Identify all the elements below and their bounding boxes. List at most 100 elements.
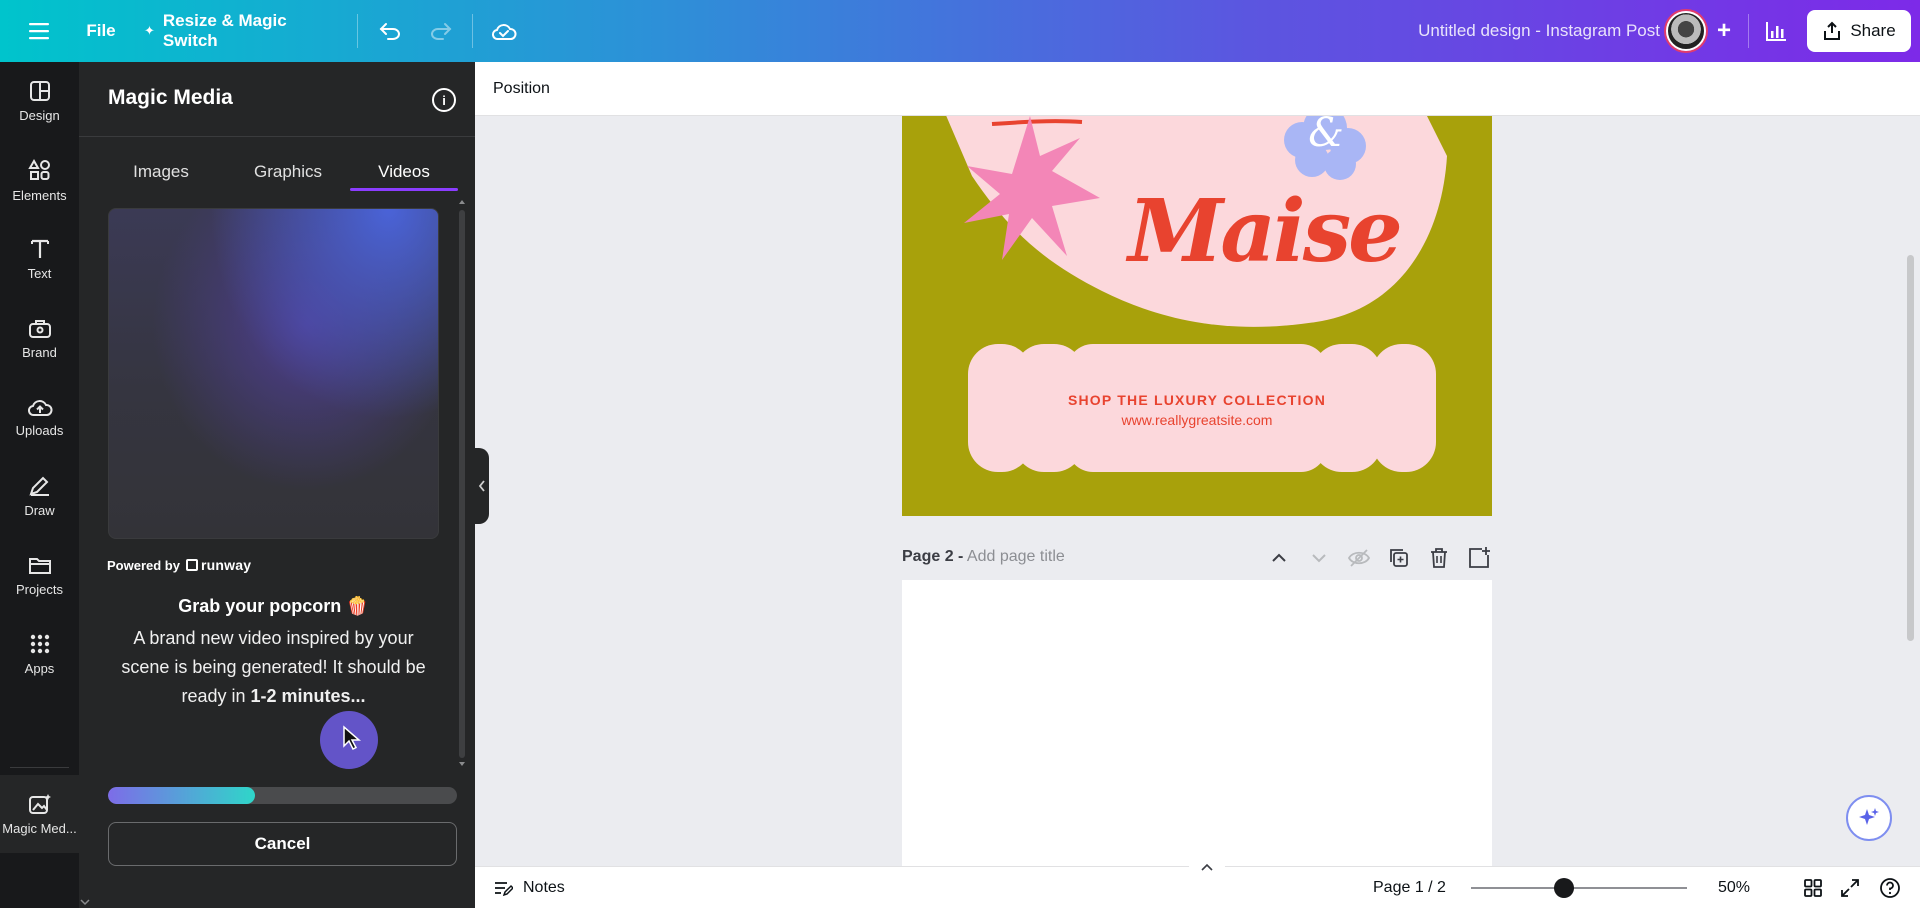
rail-divider [10,767,69,768]
share-button[interactable]: Share [1807,10,1911,52]
chevron-up-icon[interactable] [1266,545,1292,571]
position-button[interactable]: Position [493,62,550,116]
notes-button[interactable]: Notes [493,867,565,908]
video-preview-placeholder [108,208,439,539]
panel-scroll-down-icon [80,899,90,906]
redo-icon [431,23,452,40]
cloud-check-icon [491,24,517,40]
delete-page-icon[interactable] [1426,545,1452,571]
page2-header: Page 2 - Add page title [902,544,1492,572]
top-bar: File ✦ Resize & Magic Switch Untitled de… [0,0,1920,62]
brand-word-text: Maise [1125,181,1400,282]
chevron-down-icon[interactable] [1306,545,1332,571]
help-button[interactable] [1879,867,1901,908]
fullscreen-button[interactable] [1840,867,1860,908]
briefcase-icon [28,319,51,338]
folder-icon [28,557,51,574]
zoom-slider-handle[interactable] [1554,878,1574,898]
panel-title: Magic Media [108,86,233,109]
page2-title[interactable]: Page 2 - Add page title [902,548,1065,566]
rail-item-uploads[interactable]: Uploads [0,378,79,456]
url-text: www.reallygreatsite.com [1121,412,1273,428]
magic-media-icon [28,793,51,814]
context-toolbar: Position [475,62,1920,116]
bar-chart-icon [1766,22,1786,41]
grid-view-icon [1804,879,1822,897]
tab-graphics[interactable]: Graphics [228,152,348,192]
zoom-level[interactable]: 50% [1718,867,1750,908]
menu-button[interactable] [18,0,60,62]
rail-item-magic-media[interactable]: Magic Med... [0,775,79,853]
expand-icon [1841,879,1859,897]
cloud-upload-icon [27,399,53,416]
tab-images[interactable]: Images [108,152,214,192]
page2-actions [1266,544,1492,572]
pen-icon [28,476,49,496]
sparkle-icon: ✦ [144,23,155,38]
generation-message: A brand new video inspired by your scene… [121,628,426,706]
ampersand-text: & [1308,116,1344,156]
runway-logo: runway [185,557,251,573]
cta-text: SHOP THE LUXURY COLLECTION [1068,392,1326,408]
toolbar-divider [472,14,473,48]
shapes-icon [27,158,50,180]
add-collaborator-button[interactable]: + [1712,0,1736,62]
save-status-button[interactable] [488,0,520,62]
file-menu-button[interactable]: File [80,0,122,62]
resize-magic-switch-button[interactable]: ✦ Resize & Magic Switch [144,0,334,62]
panel-scrollbar[interactable] [456,198,468,768]
progress-fill [108,787,255,804]
text-icon [30,239,49,258]
user-avatar[interactable] [1666,11,1706,51]
design-title[interactable]: Untitled design - Instagram Post [1380,0,1660,62]
tab-videos[interactable]: Videos [350,152,458,192]
notes-icon [495,882,513,897]
zoom-slider-track[interactable] [1471,887,1687,889]
undo-button[interactable] [374,0,406,62]
info-icon[interactable]: i [432,88,456,112]
analytics-button[interactable] [1758,0,1794,62]
pink-scalloped-banner [968,344,1436,472]
help-icon [1880,878,1900,898]
add-page-icon[interactable] [1466,545,1492,571]
generation-heading: Grab your popcorn 🍿 [178,596,369,616]
show-pages-button[interactable] [1189,859,1225,875]
runway-mark-icon [185,559,198,571]
redo-button[interactable] [425,0,457,62]
apps-grid-icon [30,634,49,653]
rail-item-brand[interactable]: Brand [0,299,79,377]
chevron-left-icon [478,480,485,492]
rail-item-elements[interactable]: Elements [0,141,79,219]
cancel-button[interactable]: Cancel [108,822,457,866]
page1-artwork: & Maise SHOP THE LUXURY COLLECTION www.r… [946,116,1447,472]
share-icon [1824,21,1841,40]
powered-by-label: Powered by runway [107,557,252,573]
hide-page-icon[interactable] [1346,545,1372,571]
left-nav-rail: Design Elements Text Brand Uploads Draw … [0,62,79,908]
active-tab-indicator [350,188,458,191]
canvas-scrollbar[interactable] [1907,255,1914,641]
rail-item-projects[interactable]: Projects [0,536,79,614]
rail-item-apps[interactable]: Apps [0,615,79,693]
chevron-up-icon [1201,863,1213,871]
toolbar-divider [357,14,358,48]
rail-item-draw[interactable]: Draw [0,457,79,535]
editor-footer: Notes Page 1 / 2 50% [475,859,1920,908]
toolbar-divider [1748,14,1749,48]
design-page-1[interactable]: & Maise SHOP THE LUXURY COLLECTION www.r… [902,116,1492,516]
hamburger-icon [29,23,49,40]
grid-view-button[interactable] [1803,867,1823,908]
sparkle-icon [1859,808,1879,825]
plus-icon: + [1716,17,1731,44]
layout-icon [29,80,50,101]
rail-item-text[interactable]: Text [0,220,79,298]
duplicate-page-icon[interactable] [1386,545,1412,571]
magic-assistant-button[interactable] [1846,795,1892,841]
rail-item-design[interactable]: Design [0,62,79,140]
collapse-panel-handle[interactable] [475,448,489,524]
design-page-2[interactable] [902,580,1492,866]
undo-icon [379,23,400,40]
mouse-cursor-icon [343,725,362,751]
page-indicator[interactable]: Page 1 / 2 [1373,867,1446,908]
magic-media-panel: Magic Media i Images Graphics Videos Pow… [79,62,475,908]
